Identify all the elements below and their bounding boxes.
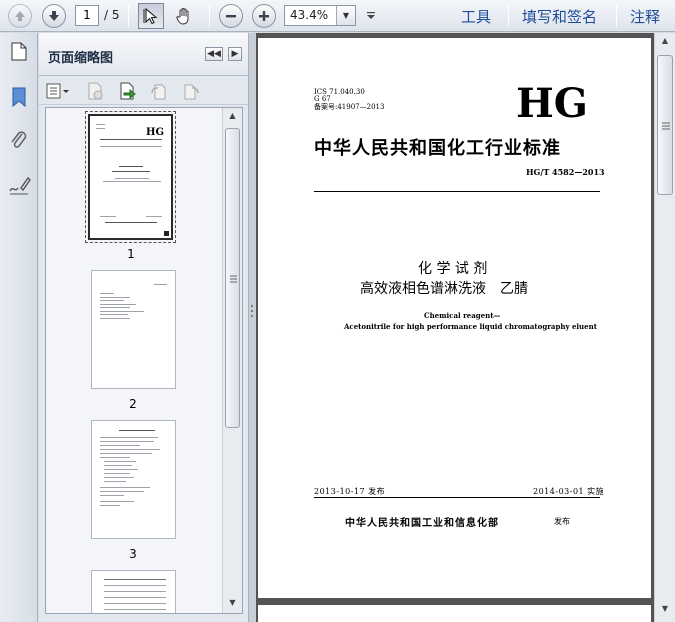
delete-page-icon [88,82,103,100]
thumbnail-logo: HG [146,127,164,136]
grip-icon [662,122,670,130]
bookmark-icon [12,87,26,108]
toolbar: 1 / 5 43.4% ▼ 工具 填写和签名 注释 [0,0,675,32]
select-tool-button[interactable] [138,3,164,29]
zoom-value: 43.4% [290,8,329,22]
scroll-thumb[interactable] [657,55,673,195]
rotate-left-button[interactable] [149,81,169,101]
scroll-up-arrow[interactable]: ▲ [223,108,242,124]
rotate-right-icon [184,84,199,100]
panel-splitter[interactable] [248,33,256,622]
page-number-input[interactable]: 1 [75,5,99,26]
cursor-icon [143,7,158,25]
publish-date: 2013-10-17 发布 [314,487,386,496]
attachments-button[interactable] [7,129,31,153]
scroll-down-arrow[interactable]: ▼ [655,601,675,617]
plus-icon [259,11,269,21]
zoom-in-button[interactable] [252,4,276,28]
comment-menu[interactable]: 注释 [630,6,660,27]
grip-icon [230,275,237,283]
arrow-up-icon [15,11,25,21]
rotate-left-icon [151,84,166,100]
toolbar-divider [128,5,129,27]
page-thumbnail-2[interactable] [91,270,176,389]
pages-icon [11,42,27,61]
footer-rule [314,497,600,498]
arrow-down-icon [49,11,59,21]
scroll-up-arrow[interactable]: ▲ [655,33,675,49]
thumbnail-panel: 页面缩略图 ◀◀ ▶ HG 1 2 3 ▲ ▼ [39,33,248,622]
thumbnail-label: 2 [129,397,137,411]
document-page: ICS 71.040.30 G 67 备案号:41907—2013 HG 中华人… [258,38,651,598]
bookmarks-button[interactable] [7,85,31,109]
record-number: 备案号:41907—2013 [314,103,385,111]
title-line-2: 高效液相色谱淋洗液 乙腈 [360,281,528,297]
hand-icon [176,8,189,25]
tools-menu[interactable]: 工具 [461,6,491,27]
more-tools-button[interactable] [364,4,378,28]
panel-toolbar [39,77,248,105]
thumbnail-options-button[interactable] [45,81,71,101]
org-title: 中华人民共和国化工行业标准 [314,138,561,159]
hg-logo: HG [516,80,588,127]
fill-and-sign-menu[interactable]: 填写和签名 [522,6,597,27]
navigation-rail [0,33,38,622]
title-line-1: 化 学 试 剂 [418,261,488,277]
extract-page-icon [120,82,136,100]
next-document-page [258,605,651,622]
minus-icon [226,15,236,18]
page-thumbnail-3[interactable] [91,420,176,539]
standard-number: HG/T 4582—2013 [526,167,605,177]
document-scrollbar[interactable]: ▲ ▼ [654,33,675,622]
panel-header: 页面缩略图 ◀◀ ▶ [39,33,248,76]
english-title-2: Acetonitrile for high performance liquid… [344,322,597,331]
page-total-label: / 5 [104,8,120,22]
signatures-button[interactable] [7,173,31,197]
svg-text:HG: HG [146,127,164,136]
toolbar-divider [209,5,210,27]
page-thumbnail-4[interactable] [91,570,176,613]
toolbar-divider [616,5,617,27]
next-page-button[interactable] [42,4,66,28]
hand-tool-button[interactable] [172,4,196,28]
scroll-thumb[interactable] [225,128,240,428]
collapse-panel-button[interactable]: ◀◀ [205,47,223,61]
thumbnail-scrollbar[interactable]: ▲ ▼ [222,108,242,613]
rotate-right-button[interactable] [181,81,201,101]
panel-title: 页面缩略图 [48,51,114,66]
expand-icon [367,12,375,19]
thumbnail-list[interactable]: HG 1 2 3 ▲ ▼ [45,107,243,614]
thumbnail-label: 1 [127,247,135,261]
list-options-icon [46,83,69,99]
extract-page-button[interactable] [117,81,137,101]
chevron-down-icon[interactable]: ▼ [336,6,355,25]
zoom-out-button[interactable] [219,4,243,28]
splitter-grip-icon [251,305,253,317]
issuer: 中华人民共和国工业和信息化部 [345,518,499,529]
previous-page-button[interactable] [8,4,32,28]
toolbar-divider [508,5,509,27]
delete-page-button[interactable] [85,81,105,101]
page-thumbnail-1[interactable]: HG [85,111,176,243]
document-view[interactable]: ICS 71.040.30 G 67 备案号:41907—2013 HG 中华人… [256,33,654,622]
header-rule [314,191,600,192]
paperclip-icon [11,131,27,148]
page-thumbnails-button[interactable] [7,39,31,63]
signature-pen-icon [9,176,31,195]
zoom-select[interactable]: 43.4% ▼ [284,5,356,26]
issue-word: 发布 [554,517,570,526]
english-title-1: Chemical reagent— [424,311,501,320]
thumbnail-label: 3 [129,547,137,561]
implementation-date: 2014-03-01 实施 [533,487,605,496]
scroll-down-arrow[interactable]: ▼ [223,595,242,611]
panel-next-button[interactable]: ▶ [228,47,242,61]
